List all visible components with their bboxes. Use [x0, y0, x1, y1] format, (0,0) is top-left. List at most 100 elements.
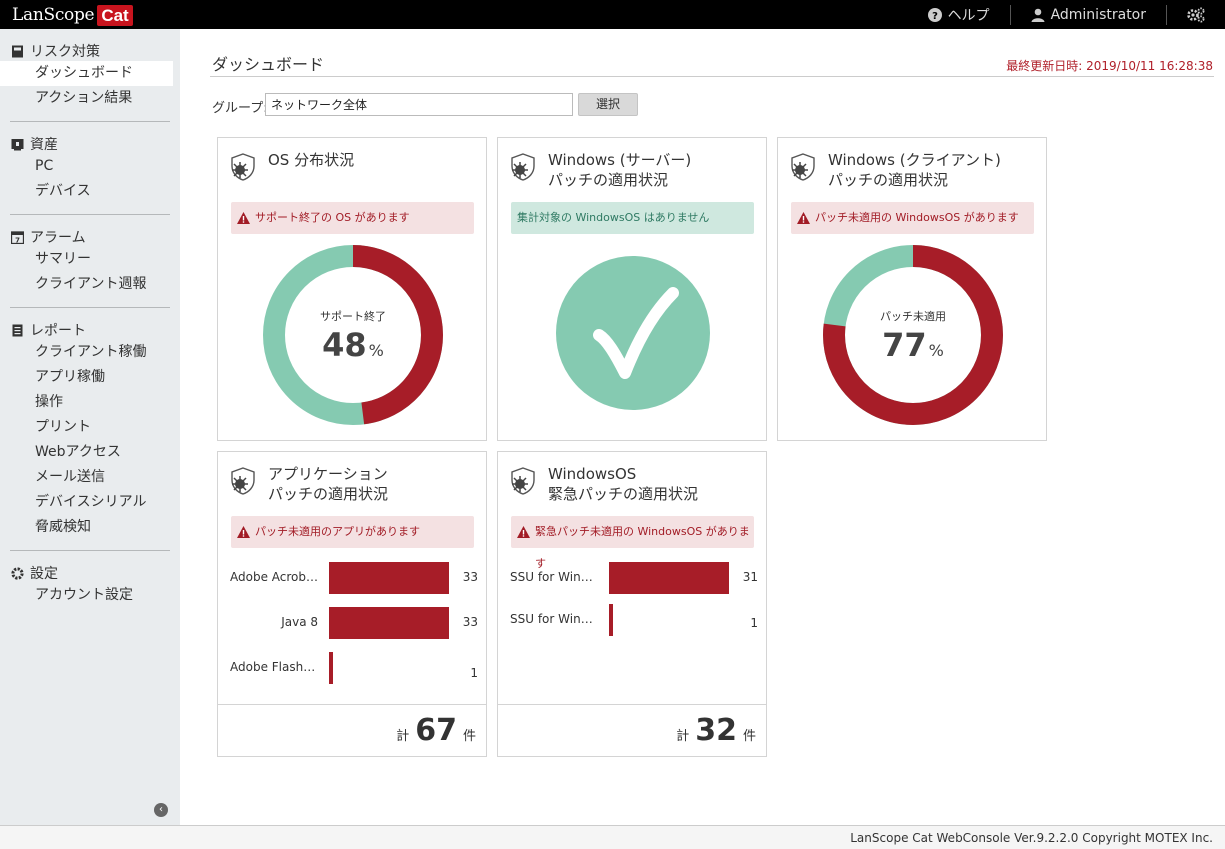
settings-button[interactable]: [1167, 0, 1225, 29]
donut-number: 77: [882, 326, 927, 364]
gear-icon: [11, 566, 24, 580]
alert-text: パッチ未適用の WindowsOS があります: [815, 211, 1019, 224]
sidebar-item-threat-detection[interactable]: 脅威検知: [0, 515, 180, 540]
card-title-line: Windows (サーバー): [548, 151, 692, 169]
donut-unit: %: [368, 341, 384, 360]
alert-banner: パッチ未適用の WindowsOS があります: [791, 202, 1034, 234]
sidebar-heading-alarm[interactable]: 7 アラーム: [0, 227, 180, 247]
card-windows-client[interactable]: Windows (クライアント) パッチの適用状況 パッチ未適用の Window…: [777, 137, 1047, 441]
alert-text: パッチ未適用のアプリがあります: [255, 525, 420, 538]
sidebar-item-summary[interactable]: サマリー: [0, 247, 180, 272]
bar-label: Adobe Acrob…: [230, 570, 318, 584]
info-banner: 集計対象の WindowsOS はありません: [511, 202, 754, 234]
book-icon: [12, 45, 23, 57]
sidebar-item-client-weekly[interactable]: クライアント週報: [0, 272, 180, 297]
sidebar-item-app-operation[interactable]: アプリ稼働: [0, 365, 180, 390]
sidebar-heading-settings[interactable]: 設定: [0, 563, 180, 583]
donut-chart-os: サポート終了 48%: [262, 244, 444, 426]
donut-number: 48: [322, 326, 367, 364]
select-button[interactable]: 選択: [578, 93, 638, 116]
total-count: 計 32 件: [676, 713, 756, 748]
bar: [329, 607, 449, 639]
bar-row[interactable]: Adobe Flash … 1: [218, 652, 488, 684]
sidebar-heading-risk[interactable]: リスク対策: [0, 41, 180, 61]
card-title-line: 緊急パッチの適用状況: [548, 485, 699, 503]
sidebar-section-risk: リスク対策 ダッシュボード アクション結果: [0, 29, 180, 111]
card-windows-urgent-patches[interactable]: WindowsOS 緊急パッチの適用状況 緊急パッチ未適用の WindowsOS…: [497, 451, 767, 757]
page-title: ダッシュボード: [212, 55, 325, 74]
sidebar-heading-label: レポート: [30, 323, 86, 339]
card-app-patches[interactable]: アプリケーション パッチの適用状況 パッチ未適用のアプリがあります Adobe …: [217, 451, 487, 757]
bar-value: 1: [750, 616, 758, 630]
sidebar-heading-report[interactable]: レポート: [0, 320, 180, 340]
warning-icon: [797, 212, 810, 224]
total-number: 32: [695, 713, 737, 748]
bar-value: 33: [462, 615, 478, 629]
group-input[interactable]: [265, 93, 573, 116]
last-updated: 最終更新日時: 2019/10/11 16:28:38: [1006, 59, 1213, 73]
warning-icon: [517, 526, 530, 538]
sidebar-item-dashboard[interactable]: ダッシュボード: [0, 61, 173, 86]
card-windows-server[interactable]: Windows (サーバー) パッチの適用状況 集計対象の WindowsOS …: [497, 137, 767, 441]
logo-text: LanScope: [12, 5, 95, 25]
sidebar-item-client-operation[interactable]: クライアント稼働: [0, 340, 180, 365]
calendar-icon: 7: [11, 230, 24, 244]
sidebar-item-devices[interactable]: デバイス: [0, 179, 180, 204]
sidebar-item-print[interactable]: プリント: [0, 415, 180, 440]
sidebar-item-mail[interactable]: メール送信: [0, 465, 180, 490]
card-title: Windows (サーバー) パッチの適用状況: [548, 150, 691, 190]
sidebar-item-account-settings[interactable]: アカウント設定: [0, 583, 180, 608]
total-number: 67: [415, 713, 457, 748]
bar-label: Adobe Flash …: [230, 660, 318, 674]
report-icon: [12, 324, 23, 336]
bar-row[interactable]: SSU for Win… 1: [498, 604, 768, 636]
card-os-distribution[interactable]: OS 分布状況 サポート終了の OS があります サポート終了 48%: [217, 137, 487, 441]
donut-label: サポート終了: [320, 310, 386, 323]
alert-banner: 緊急パッチ未適用の WindowsOS があります: [511, 516, 754, 570]
sidebar-heading-assets[interactable]: 資産: [0, 134, 180, 154]
alert-banner: パッチ未適用のアプリがあります: [231, 516, 474, 548]
top-bar: LanScope Cat ? ヘルプ Administrator: [0, 0, 1225, 29]
svg-text:7: 7: [15, 236, 20, 244]
sidebar-collapse-button[interactable]: ‹: [154, 803, 168, 817]
sidebar-item-device-serial[interactable]: デバイスシリアル: [0, 490, 180, 515]
donut-unit: %: [928, 341, 944, 360]
warning-icon: [237, 212, 250, 224]
card-title-line: アプリケーション: [268, 465, 388, 483]
bar-label: SSU for Win…: [510, 612, 593, 626]
alert-banner: サポート終了の OS があります: [231, 202, 474, 234]
user-menu[interactable]: Administrator: [1011, 0, 1166, 29]
sidebar-heading-label: アラーム: [30, 230, 86, 246]
sidebar-item-action-results[interactable]: アクション結果: [0, 86, 180, 111]
sidebar-heading-label: 設定: [30, 566, 58, 582]
card-title: OS 分布状況: [268, 150, 354, 170]
card-footer: 計 67 件: [218, 704, 486, 756]
donut-value: 48%: [262, 326, 444, 364]
bar-row[interactable]: Adobe Acrob… 33: [218, 562, 488, 594]
sidebar-heading-label: リスク対策: [30, 44, 100, 60]
main-content: ダッシュボード 最終更新日時: 2019/10/11 16:28:38 グループ…: [180, 29, 1225, 825]
card-title-line: パッチの適用状況: [548, 171, 669, 189]
title-divider: [210, 76, 1214, 77]
bar-label: Java 8: [281, 615, 318, 629]
total-count: 計 67 件: [396, 713, 476, 748]
card-footer: 計 32 件: [498, 704, 766, 756]
sidebar-item-operations[interactable]: 操作: [0, 390, 180, 415]
donut-value: 77%: [822, 326, 1004, 364]
user-icon: [1031, 8, 1045, 22]
bar-row[interactable]: Java 8 33: [218, 607, 488, 639]
sidebar-section-settings: 設定 アカウント設定: [0, 551, 180, 608]
bar-row[interactable]: SSU for Win… 31: [498, 562, 768, 594]
donut-chart-client: パッチ未適用 77%: [822, 244, 1004, 426]
total-suffix: 件: [742, 729, 756, 744]
help-link[interactable]: ? ヘルプ: [908, 0, 1010, 29]
sidebar-section-alarm: 7 アラーム サマリー クライアント週報: [0, 215, 180, 297]
card-title-line: パッチの適用状況: [828, 171, 949, 189]
sidebar-item-pc[interactable]: PC: [0, 154, 180, 179]
sidebar-item-web-access[interactable]: Webアクセス: [0, 440, 180, 465]
sidebar-section-report: レポート クライアント稼働 アプリ稼働 操作 プリント Webアクセス メール送…: [0, 308, 180, 540]
bar-value: 31: [742, 570, 758, 584]
card-title: アプリケーション パッチの適用状況: [268, 464, 388, 504]
card-title-line: Windows (クライアント): [828, 151, 1001, 169]
app-logo[interactable]: LanScope Cat: [12, 4, 133, 26]
